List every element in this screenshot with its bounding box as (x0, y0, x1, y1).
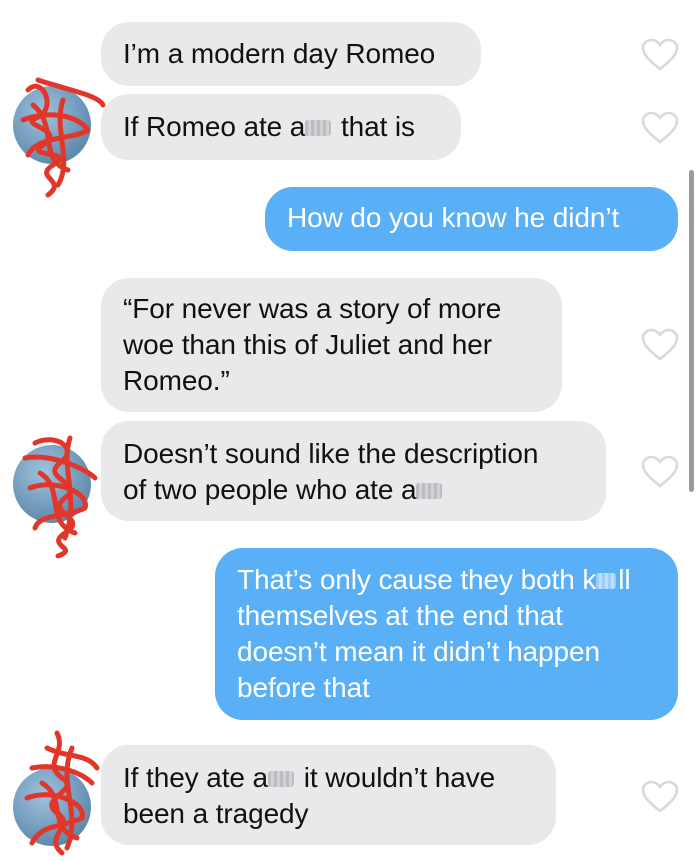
message-bubble-incoming[interactable]: Doesn’t sound like the description of tw… (101, 421, 606, 521)
message-text: If Romeo ate a that is (123, 111, 415, 142)
heart-outline-icon[interactable] (641, 111, 679, 145)
redaction-scribble (24, 730, 100, 856)
message-text: I’m a modern day Romeo (123, 38, 436, 69)
message-text-line: That’s only cause they both k ll (237, 564, 631, 595)
censored-word (596, 573, 617, 589)
message-text-line: Romeo.” (123, 365, 230, 396)
message-text-line: doesn’t mean it didn’t happen (237, 636, 600, 667)
heart-outline-icon[interactable] (641, 38, 679, 72)
chat-screen: I’m a modern day Romeo If Romeo ate a th… (0, 0, 700, 861)
censored-word (305, 120, 332, 136)
message-bubble-outgoing[interactable]: How do you know he didn’t (265, 187, 678, 251)
redaction-scribble (22, 435, 98, 559)
message-bubble-incoming[interactable]: I’m a modern day Romeo (101, 22, 481, 86)
message-text-line: “For never was a story of more (123, 293, 502, 324)
message-bubble-incoming[interactable]: If they ate a it wouldn’t have been a tr… (101, 745, 556, 845)
scrollbar-thumb[interactable] (689, 170, 694, 492)
redaction-scribble (20, 77, 106, 198)
message-text-line: been a tragedy (123, 798, 309, 829)
message-text-line: If they ate a it wouldn’t have (123, 762, 496, 793)
message-text: How do you know he didn’t (287, 202, 620, 233)
message-text-line: themselves at the end that (237, 600, 563, 631)
message-bubble-incoming[interactable]: If Romeo ate a that is (101, 94, 461, 160)
heart-outline-icon[interactable] (641, 780, 679, 814)
message-text-line: Doesn’t sound like the description (123, 438, 539, 469)
message-text-line: of two people who ate a (123, 472, 584, 508)
heart-outline-icon[interactable] (641, 328, 679, 362)
message-bubble-incoming[interactable]: “For never was a story of more woe than … (101, 278, 562, 412)
message-text-line: before that (237, 672, 370, 703)
message-bubble-outgoing[interactable]: That’s only cause they both k ll themselv… (215, 548, 678, 720)
message-text-line: woe than this of Juliet and her (123, 329, 492, 360)
heart-outline-icon[interactable] (641, 455, 679, 489)
censored-word (416, 483, 443, 499)
censored-word (268, 771, 295, 787)
